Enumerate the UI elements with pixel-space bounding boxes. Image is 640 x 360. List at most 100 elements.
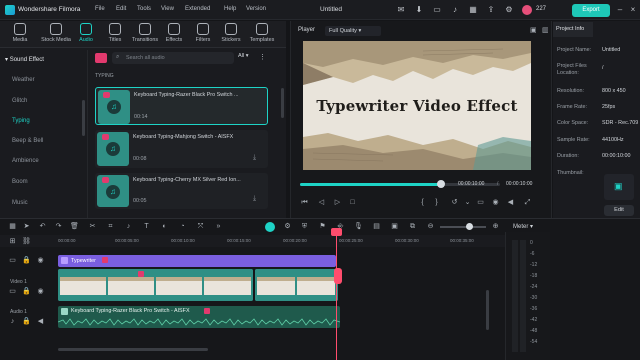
audio-item[interactable]: ♫ Keyboard Typing-Mahjong Switch - AISFX…	[95, 130, 268, 168]
zoom-out-icon[interactable]: ⊖	[426, 222, 435, 231]
lock-icon[interactable]: 🔒	[22, 317, 31, 326]
render-icon[interactable]: ▣	[390, 222, 399, 231]
menu-tools[interactable]: Tools	[137, 6, 151, 12]
device-icon[interactable]: ▭	[432, 5, 442, 15]
audio-item[interactable]: ♫ Keyboard Typing-Razer Black Pro Switch…	[95, 87, 268, 125]
video-clip[interactable]	[58, 269, 253, 301]
menu-file[interactable]: File	[95, 6, 105, 12]
audio-stretch-icon[interactable]: ♪	[124, 222, 133, 231]
search-input[interactable]: ⌕ Search all audio	[112, 52, 234, 64]
ai-tool-icon[interactable]	[265, 222, 275, 232]
layout-icon[interactable]: ▦	[468, 5, 478, 15]
quality-dropdown[interactable]: Full Quality ▾	[325, 26, 381, 36]
tab-transitions[interactable]: Transitions	[130, 23, 160, 43]
sidebar-item-glitch[interactable]: Glitch	[12, 98, 27, 104]
menu-help[interactable]: Help	[224, 6, 236, 12]
sidebar-item-beep-bell[interactable]: Beep & Bell	[12, 138, 43, 144]
transform-icon[interactable]: ⤧	[196, 222, 205, 231]
sidebar-scrollbar[interactable]	[82, 100, 85, 136]
split-marker[interactable]	[334, 268, 342, 284]
tab-stickers[interactable]: Stickers	[220, 23, 242, 43]
tab-effects[interactable]: Effects	[163, 23, 185, 43]
share-icon[interactable]: ⇪	[486, 5, 496, 15]
camera-icon[interactable]: ◉	[491, 198, 500, 207]
progress-handle[interactable]	[437, 180, 445, 188]
mark-out-icon[interactable]: }	[432, 198, 441, 207]
display-icon[interactable]: ▭	[476, 198, 485, 207]
edit-thumbnail-button[interactable]: Edit	[604, 205, 634, 216]
sidebar-item-ambience[interactable]: Ambience	[12, 158, 39, 164]
undo-icon[interactable]: ↶	[38, 222, 47, 231]
download-icon[interactable]: ⤓	[253, 154, 256, 162]
link-icon[interactable]: ⛓	[22, 237, 31, 246]
lock-icon[interactable]: 🔒	[22, 256, 31, 265]
thumbnail-preview[interactable]: ▣	[604, 174, 634, 200]
tab-titles[interactable]: Titles	[104, 23, 126, 43]
crop-icon[interactable]: ⌗	[106, 222, 115, 231]
download-icon[interactable]: ⤓	[253, 195, 256, 203]
tab-templates[interactable]: Templates	[247, 23, 277, 43]
color-icon[interactable]: ◐	[160, 222, 169, 231]
speaker-icon[interactable]: ◀	[36, 317, 45, 326]
sidebar-item-typing[interactable]: Typing	[12, 118, 30, 124]
bell-icon[interactable]: ♪	[450, 5, 460, 15]
eye-icon[interactable]: ◉	[36, 256, 45, 265]
close-icon[interactable]: ×	[628, 5, 638, 15]
motion-icon[interactable]: ⚙	[283, 222, 292, 231]
zoom-slider[interactable]	[440, 226, 486, 228]
layout-icon[interactable]: ▦	[8, 222, 17, 231]
export-button[interactable]: Export	[572, 4, 610, 17]
timeline-scrollbar[interactable]	[58, 348, 208, 351]
eye-icon[interactable]: ◉	[36, 287, 45, 296]
text-icon[interactable]: T	[142, 222, 151, 231]
minimize-icon[interactable]: –	[615, 5, 625, 15]
sidebar-item-weather[interactable]: Weather	[12, 77, 35, 83]
redo-icon[interactable]: ↷	[54, 222, 63, 231]
layout-toggle-icon[interactable]: ▥	[542, 26, 549, 34]
tab-stock-media[interactable]: Stock Media	[40, 23, 72, 43]
settings-icon[interactable]: ⚙	[504, 5, 514, 15]
mark-in-icon[interactable]: {	[418, 198, 427, 207]
menu-extended[interactable]: Extended	[185, 6, 210, 12]
tab-filters[interactable]: Filters	[192, 23, 214, 43]
play-icon[interactable]: ▷	[333, 198, 342, 207]
feedback-icon[interactable]: ✉	[396, 5, 406, 15]
sidebar-item-boom[interactable]: Boom	[12, 179, 28, 185]
trim-icon[interactable]: ⌄	[463, 198, 472, 207]
mic-icon[interactable]: 🎙	[354, 222, 363, 231]
prev-frame-icon[interactable]: ⏮	[300, 198, 309, 207]
speed-icon[interactable]: ◔	[178, 222, 187, 231]
tab-audio[interactable]: Audio	[75, 23, 97, 43]
audio-clip[interactable]: Keyboard Typing-Razer Black Pro Switch -…	[58, 306, 340, 328]
select-tool-icon[interactable]: ➤	[22, 222, 31, 231]
timeline-vscrollbar[interactable]	[486, 290, 489, 330]
volume-icon[interactable]: ◀	[506, 198, 515, 207]
menu-version[interactable]: Version	[246, 6, 266, 12]
video-preview[interactable]: Typewriter Video Effect	[303, 41, 531, 170]
split-icon[interactable]: ✂	[88, 222, 97, 231]
shield-icon[interactable]: ⛨	[300, 222, 309, 231]
marker-icon[interactable]: ⚑	[318, 222, 327, 231]
snapshot-icon[interactable]: ▣	[530, 26, 537, 34]
add-track-icon[interactable]: ⊞	[8, 237, 17, 246]
video-clip[interactable]	[255, 269, 338, 301]
sidebar-header[interactable]: ▾ Sound Effect	[5, 56, 44, 63]
tab-project-info[interactable]: Project Info	[553, 22, 593, 37]
zoom-in-icon[interactable]: ⊕	[491, 222, 500, 231]
audio-item[interactable]: ♫ Keyboard Typing-Cherry MX Silver Red I…	[95, 173, 268, 209]
step-back-icon[interactable]: ◁	[317, 198, 326, 207]
playhead-line[interactable]	[336, 232, 337, 360]
loop-icon[interactable]: ↺	[450, 198, 459, 207]
more-tools-icon[interactable]: »	[214, 222, 223, 231]
lock-icon[interactable]: 🔒	[22, 287, 31, 296]
list-scrollbar[interactable]	[281, 88, 284, 118]
menu-view[interactable]: View	[161, 6, 174, 12]
zoom-handle[interactable]	[466, 223, 473, 230]
delete-icon[interactable]: 🗑	[70, 222, 79, 231]
filter-dropdown[interactable]: All ▾	[238, 53, 249, 59]
menu-edit[interactable]: Edit	[116, 6, 126, 12]
fullscreen-icon[interactable]: ⤢	[523, 198, 532, 207]
more-icon[interactable]: ⋮	[259, 53, 266, 61]
ai-audio-icon[interactable]	[95, 53, 107, 63]
stop-icon[interactable]: □	[348, 198, 357, 207]
